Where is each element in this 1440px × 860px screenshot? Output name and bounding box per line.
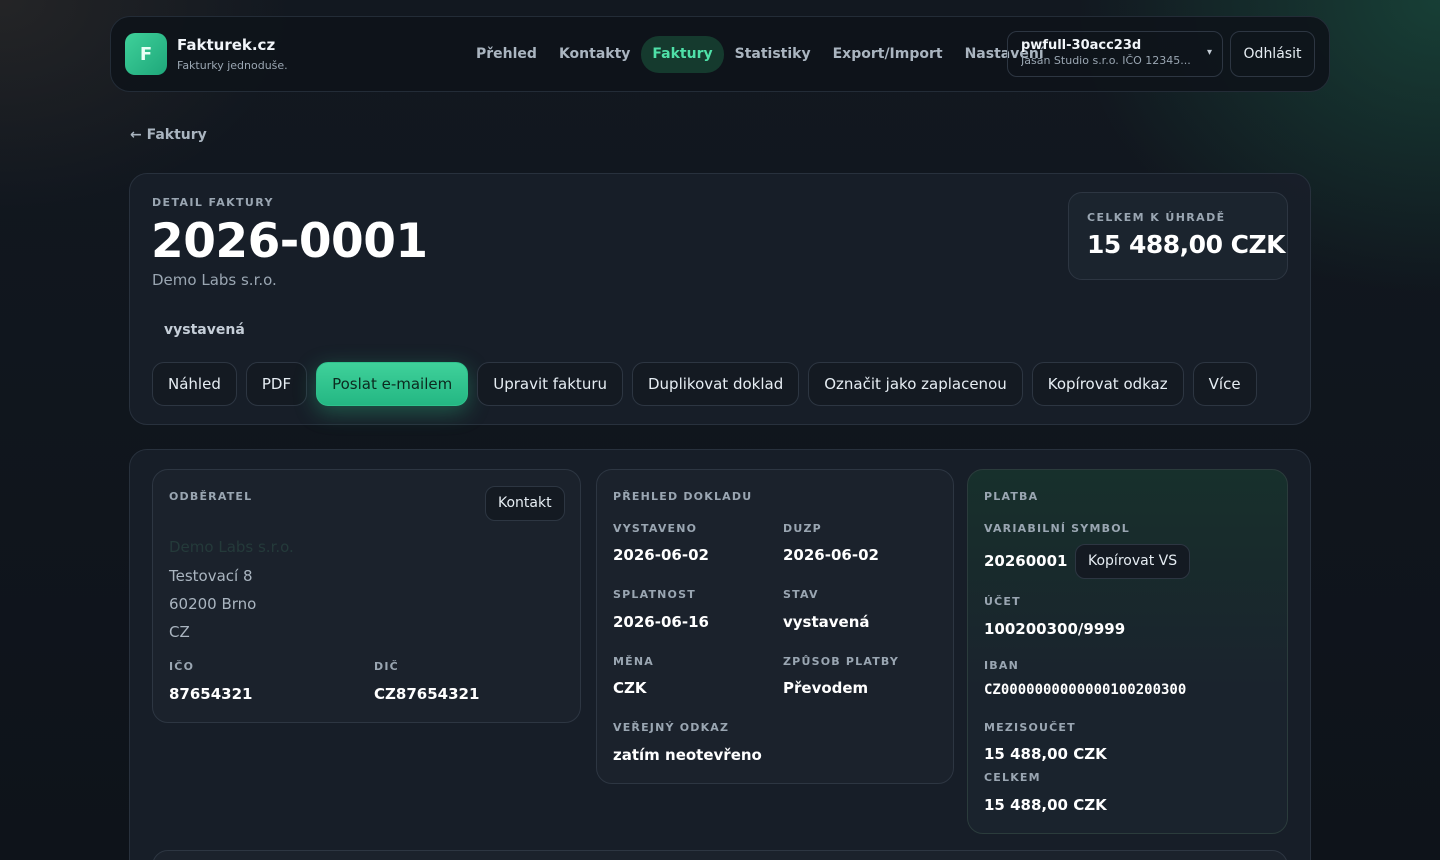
invoice-detail-card: ODBĚRATEL Kontakt Demo Labs s.r.o. Testo… (129, 449, 1311, 860)
issued-label: VYSTAVENO (613, 522, 698, 535)
state-value: vystavená (783, 613, 870, 631)
invoice-actions: Náhled PDF Poslat e-mailem Upravit faktu… (152, 362, 1257, 406)
subtotal-label: MEZISOUČET (984, 721, 1076, 734)
total-due-label: CELKEM K ÚHRADĚ (1087, 211, 1226, 224)
nav-item-export-import[interactable]: Export/Import (822, 36, 954, 73)
main-nav: Přehled Kontakty Faktury Statistiky Expo… (465, 36, 1055, 73)
send-email-button[interactable]: Poslat e-mailem (316, 362, 469, 406)
back-link[interactable]: ← Faktury (130, 127, 207, 143)
chevron-down-icon: ▾ (1206, 47, 1212, 58)
payment-panel: PLATBA VARIABILNÍ SYMBOL 20260001 Kopíro… (967, 469, 1288, 834)
dic-label: DIČ (374, 660, 399, 673)
iban-label: IBAN (984, 659, 1019, 672)
invoice-eyebrow: DETAIL FAKTURY (152, 196, 274, 209)
copy-vs-button[interactable]: Kopírovat VS (1075, 544, 1191, 579)
invoice-number: 2026-0001 (151, 214, 428, 269)
overview-eyebrow: PŘEHLED DOKLADU (613, 490, 753, 503)
preview-button[interactable]: Náhled (152, 362, 237, 406)
due-value: 2026-06-16 (613, 613, 709, 631)
customer-eyebrow: ODBĚRATEL (169, 490, 253, 503)
dic-value: CZ87654321 (374, 685, 480, 703)
duzp-label: DUZP (783, 522, 822, 535)
issued-value: 2026-06-02 (613, 546, 709, 564)
ico-label: IČO (169, 660, 195, 673)
invoice-summary-card: DETAIL FAKTURY 2026-0001 Demo Labs s.r.o… (129, 173, 1311, 425)
customer-city: 60200 Brno (169, 595, 257, 613)
account-label: ÚČET (984, 595, 1021, 608)
more-button[interactable]: Více (1192, 362, 1257, 406)
brand: Fakturek.cz Fakturky jednoduše. (177, 36, 288, 72)
currency-value: CZK (613, 679, 647, 697)
items-section-edge (152, 850, 1288, 860)
account-name: pwfull-30acc23d (1021, 38, 1142, 53)
total-due-box: CELKEM K ÚHRADĚ 15 488,00 CZK (1068, 192, 1288, 280)
total-label: CELKEM (984, 771, 1041, 784)
currency-label: MĚNA (613, 655, 654, 668)
vs-value: 20260001 (984, 552, 1068, 570)
account-switcher[interactable]: pwfull-30acc23d Jasan Studio s.r.o. IČO … (1007, 31, 1223, 77)
contact-button[interactable]: Kontakt (485, 486, 565, 521)
payment-method-label: ZPŮSOB PLATBY (783, 655, 900, 668)
due-label: SPLATNOST (613, 588, 696, 601)
total-value: 15 488,00 CZK (984, 796, 1107, 814)
vs-label: VARIABILNÍ SYMBOL (984, 522, 1130, 535)
account-value: 100200300/9999 (984, 620, 1126, 638)
invoice-client: Demo Labs s.r.o. (152, 271, 277, 289)
ico-value: 87654321 (169, 685, 253, 703)
iban-value: CZ0000000000000100200300 (984, 682, 1187, 698)
brand-name[interactable]: Fakturek.cz (177, 36, 288, 54)
copy-link-button[interactable]: Kopírovat odkaz (1031, 362, 1184, 406)
pdf-button[interactable]: PDF (245, 362, 308, 406)
nav-item-faktury[interactable]: Faktury (641, 36, 724, 73)
top-header: F Fakturek.cz Fakturky jednoduše. Přehle… (110, 16, 1330, 92)
nav-item-statistiky[interactable]: Statistiky (724, 36, 822, 73)
document-overview-panel: PŘEHLED DOKLADU VYSTAVENO 2026-06-02 DUZ… (596, 469, 954, 784)
mark-paid-button[interactable]: Označit jako zaplacenou (808, 362, 1023, 406)
public-link-value: zatím neotevřeno (613, 746, 762, 764)
duzp-value: 2026-06-02 (783, 546, 879, 564)
status-badge: vystavená (164, 322, 245, 338)
customer-country: CZ (169, 623, 190, 641)
brand-tagline: Fakturky jednoduše. (177, 59, 288, 72)
payment-eyebrow: PLATBA (984, 490, 1039, 503)
account-subtitle: Jasan Studio s.r.o. IČO 12345... (1021, 54, 1191, 67)
customer-name: Demo Labs s.r.o. (169, 538, 294, 556)
customer-panel: ODBĚRATEL Kontakt Demo Labs s.r.o. Testo… (152, 469, 581, 723)
state-label: STAV (783, 588, 819, 601)
nav-item-kontakty[interactable]: Kontakty (548, 36, 641, 73)
logout-button[interactable]: Odhlásit (1230, 31, 1315, 77)
logo-letter: F (139, 43, 153, 65)
app-logo[interactable]: F (125, 33, 167, 75)
edit-invoice-button[interactable]: Upravit fakturu (477, 362, 623, 406)
customer-street: Testovací 8 (169, 567, 253, 585)
subtotal-value: 15 488,00 CZK (984, 745, 1107, 763)
payment-method-value: Převodem (783, 679, 869, 697)
public-link-label: VEŘEJNÝ ODKAZ (613, 721, 730, 734)
duplicate-button[interactable]: Duplikovat doklad (632, 362, 800, 406)
nav-item-prehled[interactable]: Přehled (465, 36, 548, 73)
total-due-value: 15 488,00 CZK (1087, 230, 1286, 259)
